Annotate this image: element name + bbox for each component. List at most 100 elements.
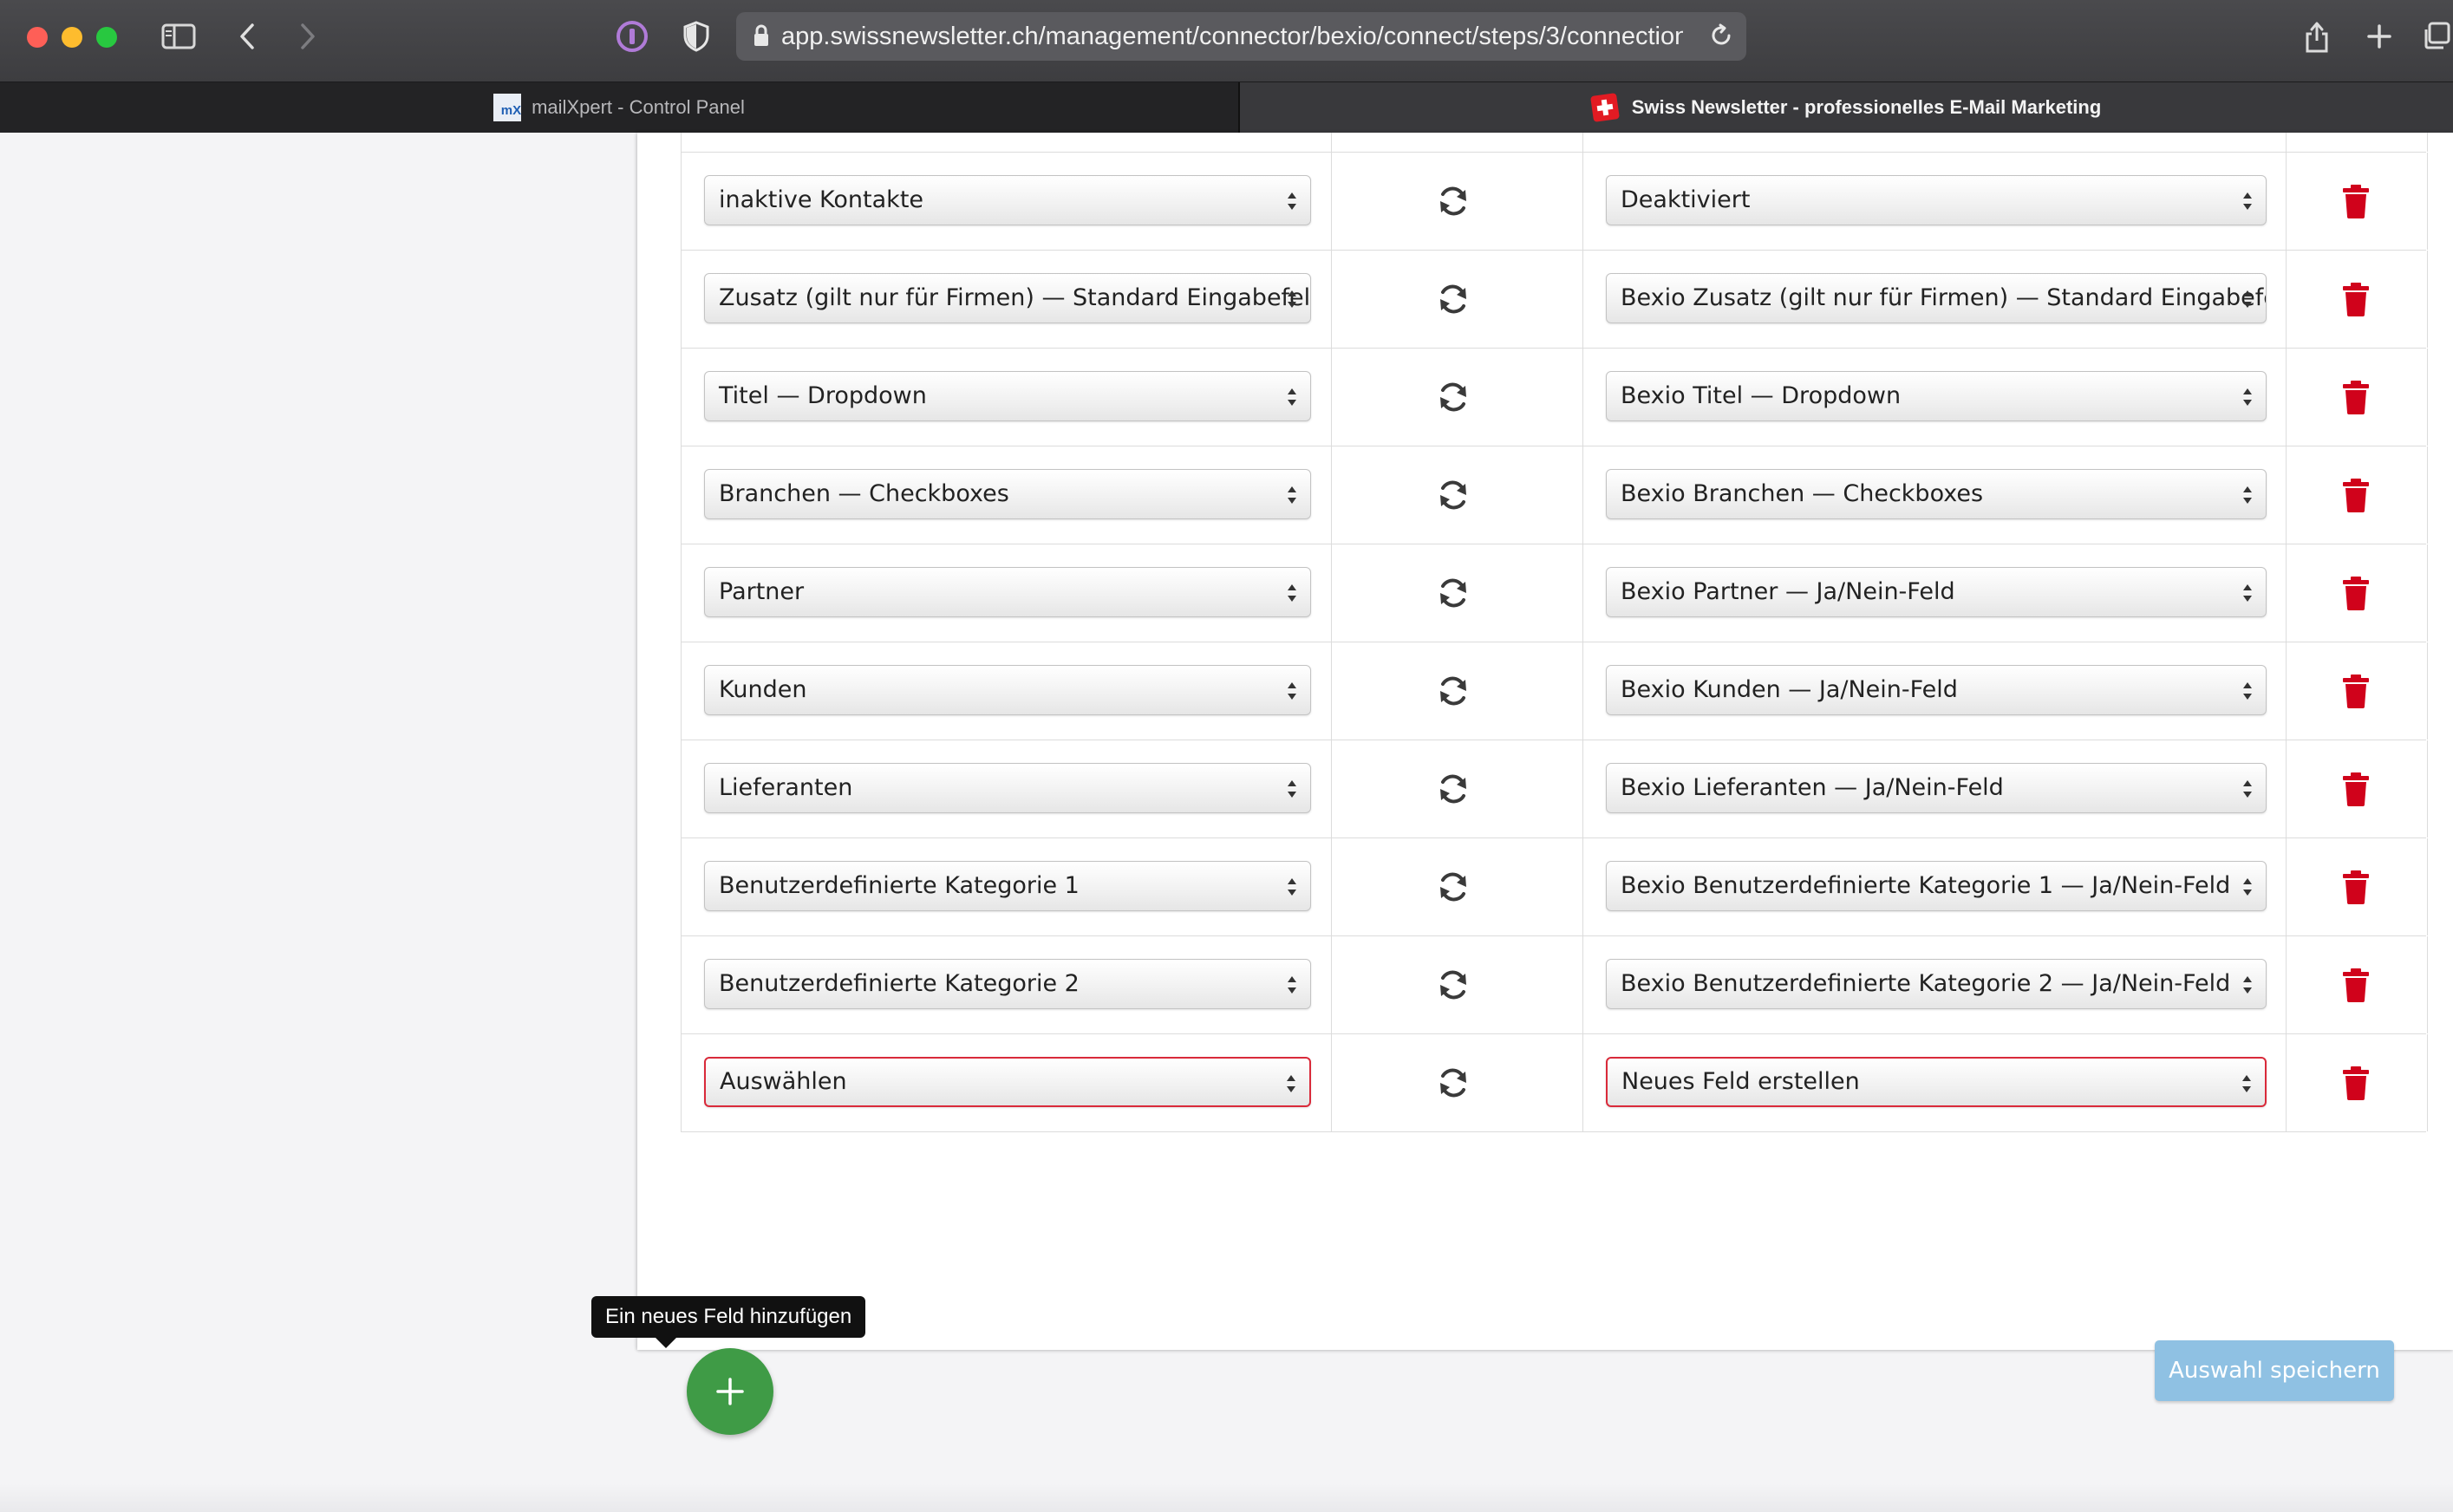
table-row: Partner Bexio Partner — Ja/Nein-Feld xyxy=(681,544,2428,642)
trash-icon[interactable] xyxy=(2340,282,2371,316)
target-field-select[interactable]: Bexio Benutzerdefinierte Kategorie 2 — J… xyxy=(1606,959,2267,1009)
minimize-window-button[interactable] xyxy=(62,27,82,48)
target-field-value: Bexio Titel — Dropdown xyxy=(1621,382,1902,409)
source-field-select[interactable]: Benutzerdefinierte Kategorie 2 xyxy=(704,959,1311,1009)
field-mapping-table: inaktive Kontakte Deaktiviert Zusatz (gi… xyxy=(681,133,2428,1132)
target-field-select[interactable]: Bexio Titel — Dropdown xyxy=(1606,371,2267,421)
select-arrows-icon xyxy=(2243,682,2252,700)
sync-cell xyxy=(1331,838,1583,935)
source-field-select[interactable]: Kunden xyxy=(704,665,1311,715)
back-icon[interactable] xyxy=(234,17,260,55)
tab-label: Swiss Newsletter - professionelles E-Mai… xyxy=(1631,96,2102,118)
target-field-select[interactable]: Bexio Benutzerdefinierte Kategorie 1 — J… xyxy=(1606,861,2267,911)
trash-icon[interactable] xyxy=(2340,968,2371,1002)
target-field-select[interactable]: Bexio Lieferanten — Ja/Nein-Feld xyxy=(1606,763,2267,813)
source-field-select[interactable]: Zusatz (gilt nur für Firmen) — Standard … xyxy=(704,273,1311,323)
trash-icon[interactable] xyxy=(2340,478,2371,512)
source-field-select[interactable]: Branchen — Checkboxes xyxy=(704,469,1311,519)
new-tab-icon[interactable] xyxy=(2362,17,2397,55)
source-field-select[interactable]: Lieferanten xyxy=(704,763,1311,813)
select-arrows-icon xyxy=(1288,388,1296,406)
select-arrows-icon xyxy=(2242,1075,2251,1092)
source-field-value: inaktive Kontakte xyxy=(719,186,924,213)
sync-icon xyxy=(1440,970,1466,1000)
delete-cell xyxy=(2286,1034,2428,1131)
target-field-cell: Bexio Benutzerdefinierte Kategorie 2 — J… xyxy=(1582,936,2287,1033)
trash-icon[interactable] xyxy=(2340,380,2371,414)
source-field-value: Lieferanten xyxy=(719,774,853,801)
target-field-select[interactable]: Bexio Zusatz (gilt nur für Firmen) — Sta… xyxy=(1606,273,2267,323)
source-field-cell: inaktive Kontakte xyxy=(681,153,1332,250)
source-field-select[interactable]: Titel — Dropdown xyxy=(704,371,1311,421)
target-field-select[interactable]: Bexio Branchen — Checkboxes xyxy=(1606,469,2267,519)
trash-icon[interactable] xyxy=(2340,674,2371,708)
table-row: Titel — Dropdown Bexio Titel — Dropdown xyxy=(681,349,2428,446)
maximize-window-button[interactable] xyxy=(96,27,117,48)
select-arrows-icon xyxy=(2243,878,2252,896)
source-field-cell: Titel — Dropdown xyxy=(681,349,1332,446)
select-arrows-icon xyxy=(1287,1075,1295,1092)
privacy-shield-icon[interactable] xyxy=(681,17,712,55)
source-field-value: Partner xyxy=(719,578,805,605)
sync-icon xyxy=(1440,872,1466,902)
sync-cell xyxy=(1331,1034,1583,1131)
table-row: Benutzerdefinierte Kategorie 1 Bexio Ben… xyxy=(681,838,2428,936)
tab-mailxpert[interactable]: mX mailXpert - Control Panel xyxy=(0,82,1240,133)
trash-icon[interactable] xyxy=(2340,184,2371,218)
target-field-cell: Deaktiviert xyxy=(1582,153,2287,250)
save-selection-button[interactable]: Auswahl speichern xyxy=(2155,1340,2394,1401)
close-window-button[interactable] xyxy=(27,27,48,48)
target-field-select[interactable]: Neues Feld erstellen xyxy=(1606,1057,2267,1107)
add-field-button[interactable] xyxy=(687,1348,773,1435)
sync-cell xyxy=(1331,446,1583,544)
forward-icon[interactable] xyxy=(295,17,321,55)
target-field-value: Bexio Partner — Ja/Nein-Feld xyxy=(1621,578,1955,605)
reload-icon[interactable] xyxy=(1708,23,1734,52)
target-field-cell: Bexio Branchen — Checkboxes xyxy=(1582,446,2287,544)
tab-swiss-newsletter[interactable]: Swiss Newsletter - professionelles E-Mai… xyxy=(1240,82,2453,133)
tab-label: mailXpert - Control Panel xyxy=(532,96,745,118)
delete-cell xyxy=(2286,349,2428,446)
target-field-value: Bexio Benutzerdefinierte Kategorie 2 — J… xyxy=(1621,970,2231,997)
sync-icon xyxy=(1440,186,1466,216)
select-arrows-icon xyxy=(1288,486,1296,504)
delete-cell xyxy=(2286,153,2428,250)
sidebar-toggle-icon[interactable] xyxy=(160,17,198,55)
source-field-cell: Partner xyxy=(681,544,1332,642)
source-field-cell: Lieferanten xyxy=(681,740,1332,837)
add-field-tooltip: Ein neues Feld hinzufügen xyxy=(591,1296,866,1348)
address-bar[interactable]: app.swissnewsletter.ch/management/connec… xyxy=(736,12,1746,61)
sync-icon xyxy=(1440,382,1466,412)
sync-icon xyxy=(1440,774,1466,804)
trash-icon[interactable] xyxy=(2340,1066,2371,1100)
source-field-select[interactable]: Partner xyxy=(704,567,1311,617)
select-arrows-icon xyxy=(1288,584,1296,602)
delete-cell xyxy=(2286,936,2428,1033)
select-arrows-icon xyxy=(1288,976,1296,994)
source-field-select[interactable]: Auswählen xyxy=(704,1057,1311,1107)
target-field-select[interactable]: Bexio Partner — Ja/Nein-Feld xyxy=(1606,567,2267,617)
select-arrows-icon xyxy=(2243,976,2252,994)
tab-overview-icon[interactable] xyxy=(2421,17,2453,55)
target-field-select[interactable]: Bexio Kunden — Ja/Nein-Feld xyxy=(1606,665,2267,715)
trash-icon[interactable] xyxy=(2340,576,2371,610)
source-field-cell: Benutzerdefinierte Kategorie 1 xyxy=(681,838,1332,935)
source-field-value: Benutzerdefinierte Kategorie 2 xyxy=(719,970,1080,997)
plus-icon xyxy=(716,1378,744,1405)
target-field-select[interactable]: Deaktiviert xyxy=(1606,175,2267,225)
share-icon[interactable] xyxy=(2300,17,2334,55)
sync-cell xyxy=(1331,936,1583,1033)
select-arrows-icon xyxy=(2243,388,2252,406)
source-field-value: Branchen — Checkboxes xyxy=(719,480,1009,507)
target-field-value: Bexio Zusatz (gilt nur für Firmen) — Sta… xyxy=(1621,284,2267,311)
source-field-value: Titel — Dropdown xyxy=(719,382,927,409)
trash-icon[interactable] xyxy=(2340,870,2371,904)
trash-icon[interactable] xyxy=(2340,772,2371,806)
target-field-cell: Bexio Zusatz (gilt nur für Firmen) — Sta… xyxy=(1582,251,2287,348)
target-field-value: Bexio Lieferanten — Ja/Nein-Feld xyxy=(1621,774,2004,801)
password-manager-icon[interactable] xyxy=(615,17,649,55)
source-field-select[interactable]: inaktive Kontakte xyxy=(704,175,1311,225)
sync-icon xyxy=(1440,1068,1466,1098)
sync-cell xyxy=(1331,153,1583,250)
source-field-select[interactable]: Benutzerdefinierte Kategorie 1 xyxy=(704,861,1311,911)
